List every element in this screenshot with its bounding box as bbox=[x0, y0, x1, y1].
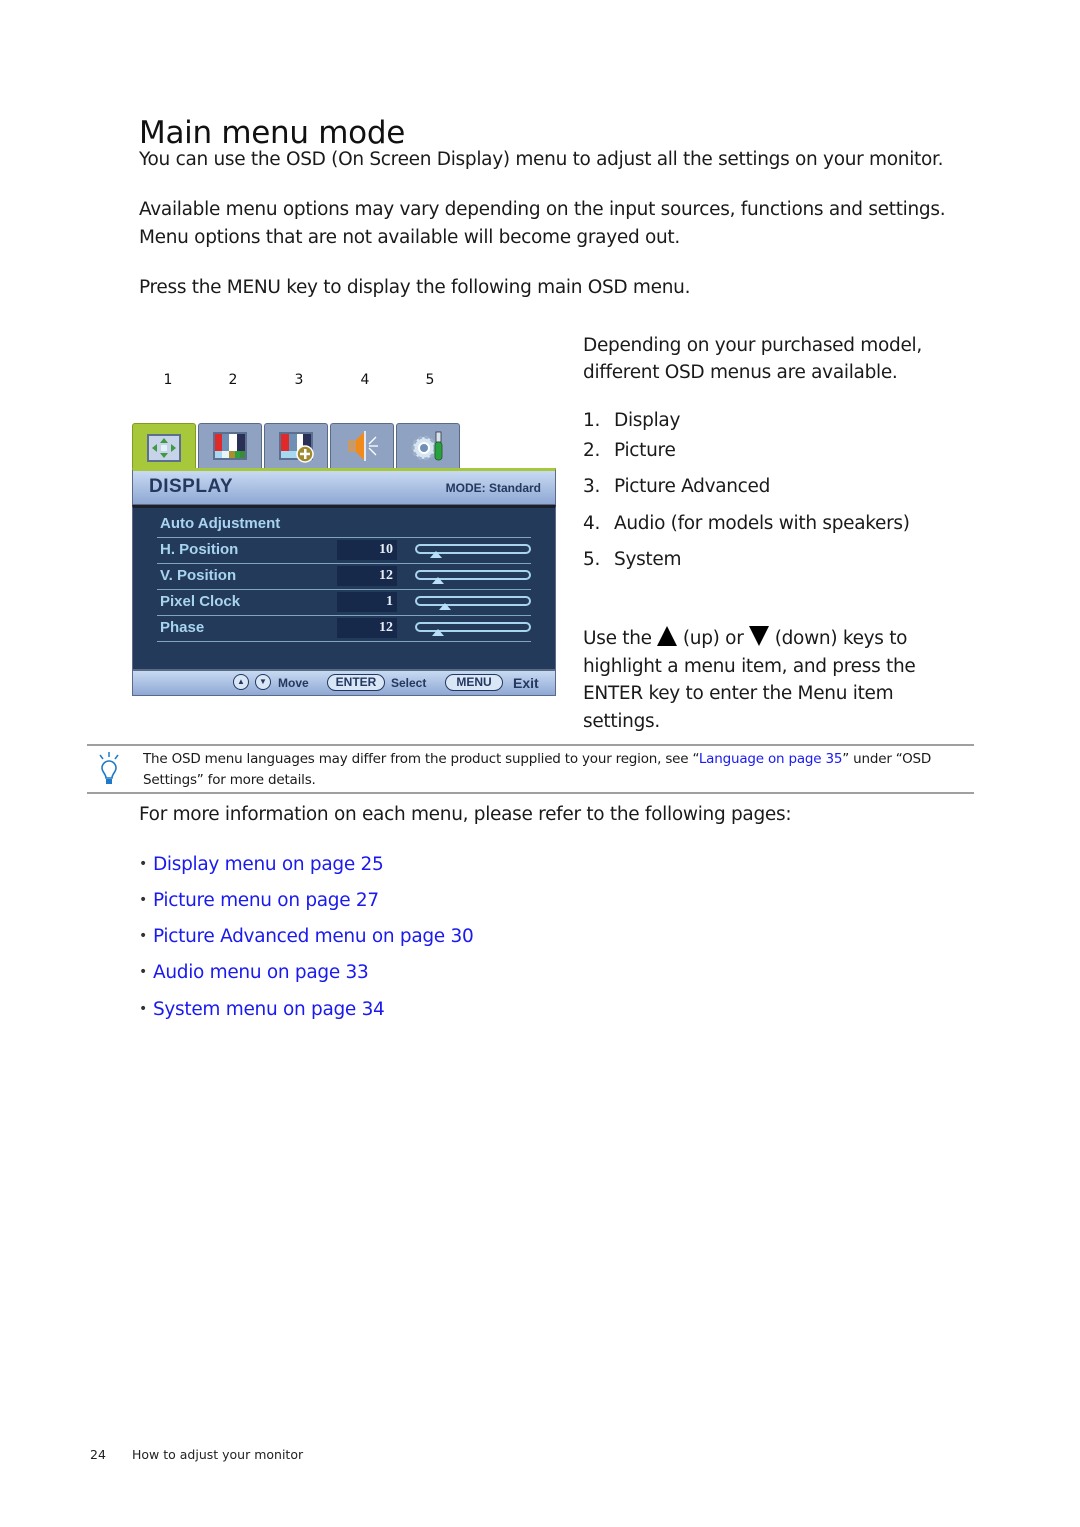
osd-tab-picture-advanced[interactable] bbox=[264, 423, 328, 468]
osd-item-label: V. Position bbox=[160, 567, 237, 584]
osd-item-value: 1 bbox=[337, 592, 397, 612]
callout-1: 1 bbox=[163, 372, 173, 388]
osd-tab-system[interactable] bbox=[396, 423, 460, 468]
osd-item-v-position[interactable]: V. Position 12 bbox=[157, 563, 531, 590]
link-item: • Picture menu on page 27 bbox=[139, 890, 379, 911]
osd-item-value: 12 bbox=[337, 566, 397, 586]
slider-knob[interactable] bbox=[432, 629, 445, 636]
up-arrow-icon[interactable]: ▲ bbox=[233, 674, 249, 690]
callout-4: 4 bbox=[360, 372, 370, 388]
down-triangle-icon bbox=[749, 626, 770, 646]
audio-speaker-icon bbox=[348, 431, 378, 461]
link-item: • Audio menu on page 33 bbox=[139, 962, 369, 983]
osd-slider[interactable] bbox=[415, 570, 531, 584]
osd-mode-label: MODE: Standard bbox=[445, 481, 541, 495]
callout-2: 2 bbox=[228, 372, 238, 388]
osd-item-auto-adjustment[interactable]: Auto Adjustment bbox=[157, 511, 531, 538]
osd-item-value: 10 bbox=[337, 540, 397, 560]
picture-color-bars-icon bbox=[213, 432, 247, 460]
osd-slider[interactable] bbox=[415, 596, 531, 610]
osd-item-phase[interactable]: Phase 12 bbox=[157, 615, 531, 642]
page-footer: 24 How to adjust your monitor bbox=[90, 1447, 303, 1462]
press-menu-paragraph: Press the MENU key to display the follow… bbox=[139, 277, 691, 298]
move-label: Move bbox=[278, 676, 309, 690]
audio-menu-link[interactable]: Audio menu on page 33 bbox=[153, 962, 369, 983]
osd-item-label: Phase bbox=[160, 619, 205, 636]
system-menu-link[interactable]: System menu on page 34 bbox=[153, 999, 385, 1020]
enter-key-button[interactable]: ENTER bbox=[327, 674, 385, 691]
slider-knob[interactable] bbox=[439, 603, 452, 610]
display-arrows-icon bbox=[147, 433, 181, 462]
osd-menu-title: DISPLAY bbox=[149, 476, 234, 497]
down-arrow-icon[interactable]: ▼ bbox=[255, 674, 271, 690]
page-number: 24 bbox=[90, 1447, 106, 1462]
availability-paragraph: Available menu options may vary dependin… bbox=[139, 199, 946, 248]
menu-list-item: 1. Display bbox=[583, 410, 681, 431]
osd-menu-illustration: 1 2 3 4 5 DISPLAY MODE: Standard Auto Ad… bbox=[132, 372, 558, 700]
link-item: • Display menu on page 25 bbox=[139, 854, 384, 875]
display-menu-link[interactable]: Display menu on page 25 bbox=[153, 854, 384, 875]
callout-5: 5 bbox=[425, 372, 435, 388]
picture-advanced-icon bbox=[279, 432, 314, 463]
system-gear-wrench-icon bbox=[411, 431, 443, 461]
note-text: The OSD menu languages may differ from t… bbox=[143, 751, 932, 788]
osd-item-label: Auto Adjustment bbox=[160, 515, 281, 532]
language-page-link[interactable]: Language on page 35 bbox=[699, 751, 843, 767]
menu-list-item: 4. Audio (for models with speakers) bbox=[583, 513, 910, 534]
menu-list-item: 3. Picture Advanced bbox=[583, 476, 771, 497]
section-name: How to adjust your monitor bbox=[131, 1447, 304, 1462]
osd-tab-picture[interactable] bbox=[198, 423, 262, 468]
osd-item-pixel-clock[interactable]: Pixel Clock 1 bbox=[157, 589, 531, 616]
osd-tab-display[interactable] bbox=[132, 423, 196, 471]
note-box: The OSD menu languages may differ from t… bbox=[87, 744, 974, 794]
up-triangle-icon bbox=[657, 626, 678, 646]
link-item: • System menu on page 34 bbox=[139, 999, 385, 1020]
intro-paragraph: You can use the OSD (On Screen Display) … bbox=[139, 149, 944, 170]
more-info-text: For more information on each menu, pleas… bbox=[139, 804, 792, 825]
osd-models-intro: Depending on your purchased model, diffe… bbox=[583, 335, 922, 383]
picture-advanced-menu-link[interactable]: Picture Advanced menu on page 30 bbox=[153, 926, 474, 947]
exit-label: Exit bbox=[513, 675, 539, 691]
osd-slider[interactable] bbox=[415, 622, 531, 636]
osd-item-h-position[interactable]: H. Position 10 bbox=[157, 537, 531, 564]
picture-menu-link[interactable]: Picture menu on page 27 bbox=[153, 890, 379, 911]
slider-knob[interactable] bbox=[432, 577, 445, 584]
osd-tab-audio[interactable] bbox=[330, 423, 394, 468]
osd-slider[interactable] bbox=[415, 544, 531, 558]
slider-knob[interactable] bbox=[430, 551, 443, 558]
osd-footer: ▲ ▼ Move ENTER Select MENU Exit bbox=[132, 670, 556, 696]
select-label: Select bbox=[391, 676, 427, 690]
link-item: • Picture Advanced menu on page 30 bbox=[139, 926, 474, 947]
osd-item-label: Pixel Clock bbox=[160, 593, 241, 610]
osd-header: DISPLAY MODE: Standard bbox=[132, 468, 556, 505]
menu-list-item: 2. Picture bbox=[583, 440, 676, 461]
osd-body: Auto Adjustment H. Position 10 V. Positi… bbox=[132, 505, 556, 670]
menu-key-button[interactable]: MENU bbox=[445, 674, 503, 691]
lightbulb-icon bbox=[99, 752, 119, 784]
osd-item-value: 12 bbox=[337, 618, 397, 638]
menu-list-item: 5. System bbox=[583, 549, 682, 570]
osd-item-label: H. Position bbox=[160, 541, 239, 558]
navigation-instructions: Use the (up) or (down) keys to highlight… bbox=[583, 626, 916, 732]
callout-3: 3 bbox=[294, 372, 304, 388]
